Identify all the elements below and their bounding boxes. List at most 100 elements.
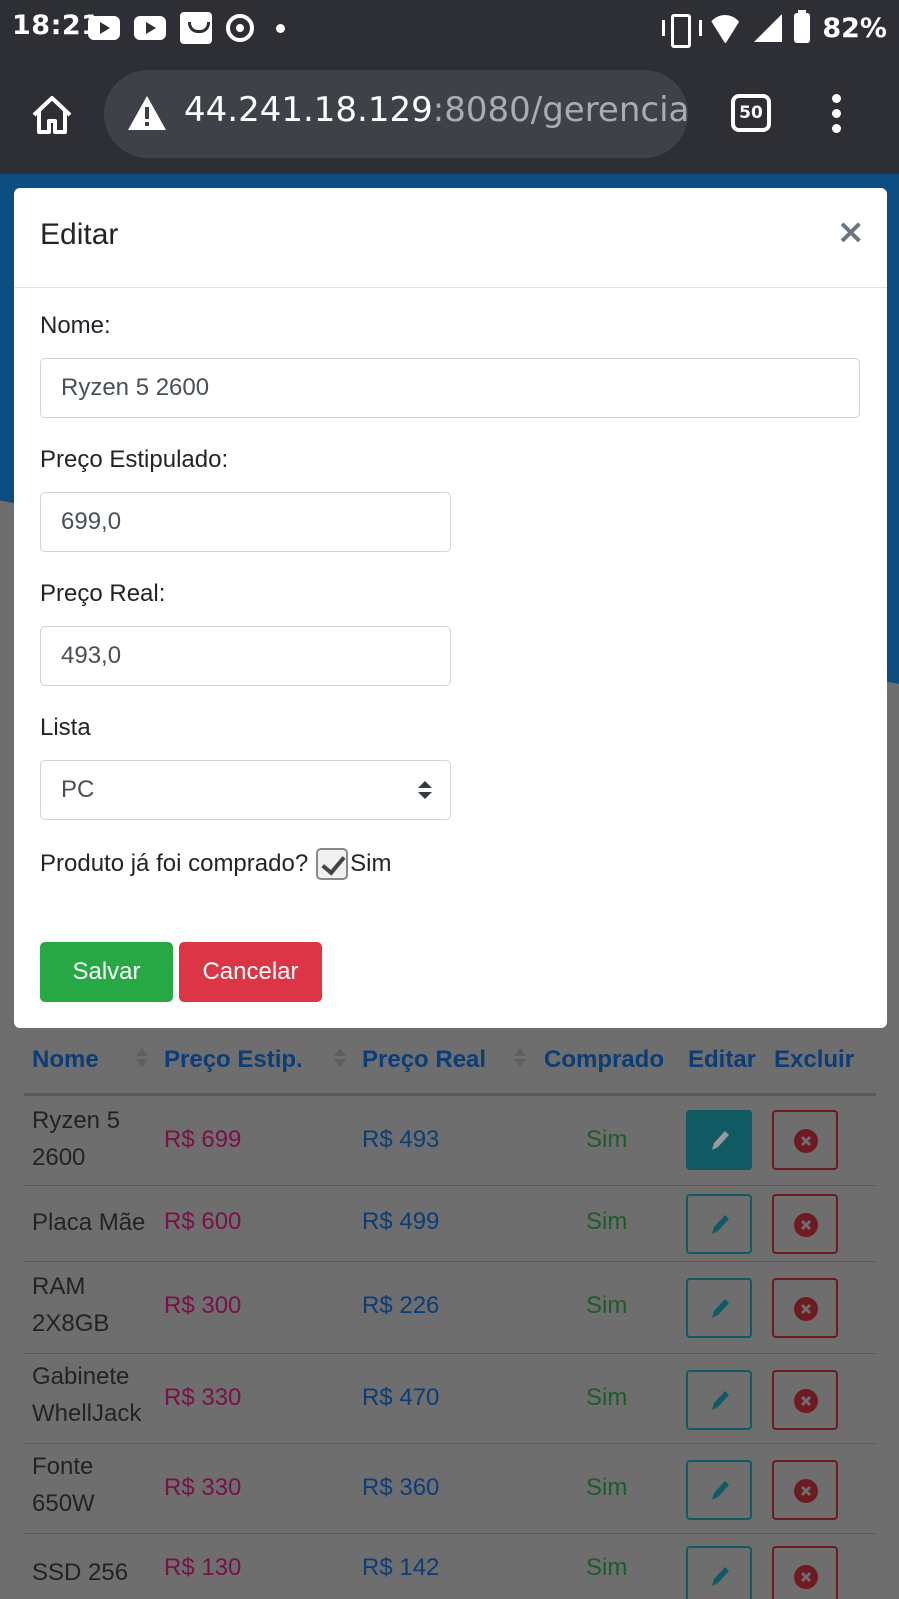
table-row: SSD 256 R$ 130 R$ 142 Sim [24, 1534, 876, 1599]
cell-preco-estip: R$ 300 [164, 1292, 242, 1319]
cell-preco-real: R$ 493 [362, 1126, 440, 1153]
table-row: Fonte 650W R$ 330 R$ 360 Sim [24, 1444, 876, 1534]
edit-modal: Editar × Nome: Ryzen 5 2600 Preço Estipu… [14, 188, 887, 1028]
system-icons: 82% [662, 10, 887, 48]
sort-icon[interactable] [136, 1048, 148, 1070]
youtube-icon [88, 16, 120, 40]
modal-header: Editar × [14, 188, 887, 288]
edit-button[interactable] [686, 1278, 752, 1338]
warning-icon[interactable] [126, 94, 168, 132]
cell-preco-real: R$ 470 [362, 1384, 440, 1411]
signal-icon [754, 14, 783, 42]
th-excluir: Excluir [774, 1046, 855, 1073]
youtube-icon [134, 16, 166, 40]
table-row: Gabinete WhellJack R$ 330 R$ 470 Sim [24, 1354, 876, 1444]
status-bar: 18:21 82% [0, 0, 899, 56]
preco-real-input[interactable]: 493,0 [40, 626, 451, 686]
edit-button[interactable] [686, 1460, 752, 1520]
url-host: 44.241.18.129 [184, 90, 433, 130]
comprado-option-text: Sim [350, 850, 392, 877]
cell-preco-estip: R$ 600 [164, 1208, 242, 1235]
edit-button[interactable] [686, 1370, 752, 1430]
table-row: Placa Mãe R$ 600 R$ 499 Sim [24, 1186, 876, 1262]
dot-icon [276, 23, 285, 33]
address-bar[interactable]: 44.241.18.129:8080/gerenciad [104, 70, 688, 158]
browser-toolbar: 44.241.18.129:8080/gerenciad 50 [0, 56, 899, 174]
home-icon[interactable] [30, 94, 74, 136]
cell-comprado: Sim [586, 1126, 628, 1153]
cell-nome: Gabinete WhellJack [32, 1363, 142, 1427]
comprado-row: Produto já foi comprado? Sim [40, 848, 392, 880]
x-circle-icon [794, 1479, 818, 1503]
cell-preco-real: R$ 499 [362, 1208, 440, 1235]
delete-button[interactable] [772, 1460, 838, 1520]
pencil-icon [712, 1131, 729, 1150]
sort-icon[interactable] [334, 1048, 346, 1070]
delete-button[interactable] [772, 1370, 838, 1430]
notification-icons [88, 12, 285, 44]
pencil-icon [712, 1391, 729, 1410]
cell-comprado: Sim [586, 1554, 628, 1581]
th-comprado[interactable]: Comprado [544, 1046, 664, 1074]
pencil-icon [712, 1215, 729, 1234]
x-circle-icon [794, 1129, 818, 1153]
pencil-icon [712, 1299, 729, 1318]
edit-button[interactable] [686, 1110, 752, 1170]
edit-button[interactable] [686, 1194, 752, 1254]
close-button[interactable]: × [837, 212, 866, 252]
comprado-label: Produto já foi comprado? [40, 850, 309, 877]
bag-icon [180, 12, 212, 44]
save-button[interactable]: Salvar [40, 942, 173, 1002]
cell-nome: Fonte 650W [32, 1453, 95, 1517]
table-row: RAM 2X8GB R$ 300 R$ 226 Sim [24, 1262, 876, 1354]
table-row: Ryzen 5 2600 R$ 699 R$ 493 Sim [24, 1096, 876, 1186]
th-preco-real[interactable]: Preço Real [362, 1046, 486, 1074]
cell-preco-estip: R$ 699 [164, 1126, 242, 1153]
cell-comprado: Sim [586, 1292, 628, 1319]
preco-estip-label: Preço Estipulado: [40, 446, 229, 473]
modal-title: Editar [40, 218, 119, 251]
th-nome[interactable]: Nome [32, 1046, 99, 1074]
preco-estip-input[interactable]: 699,0 [40, 492, 451, 552]
disc-icon [226, 14, 254, 42]
delete-button[interactable] [772, 1546, 838, 1599]
lista-label: Lista [40, 714, 91, 741]
url-path: :8080/gerenciad [432, 90, 688, 130]
vibrate-icon [662, 14, 703, 48]
nome-input[interactable]: Ryzen 5 2600 [40, 358, 860, 418]
th-editar: Editar [688, 1046, 757, 1073]
battery-icon [794, 10, 811, 43]
pencil-icon [712, 1567, 729, 1586]
cancel-button[interactable]: Cancelar [179, 942, 322, 1002]
comprado-checkbox[interactable] [316, 848, 349, 880]
menu-icon[interactable] [832, 94, 842, 134]
cell-comprado: Sim [586, 1474, 628, 1501]
lista-select[interactable]: PC [40, 760, 451, 820]
battery-percent: 82% [822, 12, 887, 44]
cell-preco-real: R$ 226 [362, 1292, 440, 1319]
sort-icon[interactable] [514, 1048, 526, 1070]
url-text[interactable]: 44.241.18.129:8080/gerenciad [184, 90, 688, 130]
pencil-icon [712, 1481, 729, 1500]
x-circle-icon [794, 1213, 818, 1237]
cell-comprado: Sim [586, 1208, 628, 1235]
tab-switcher-button[interactable]: 50 [731, 94, 771, 132]
delete-button[interactable] [772, 1194, 838, 1254]
nome-label: Nome: [40, 312, 111, 339]
edit-button[interactable] [686, 1546, 752, 1599]
cell-comprado: Sim [586, 1384, 628, 1411]
x-circle-icon [794, 1389, 818, 1413]
cell-nome: Ryzen 5 2600 [32, 1107, 121, 1171]
th-preco-estip[interactable]: Preço Estip. [164, 1046, 303, 1074]
delete-button[interactable] [772, 1278, 838, 1338]
cell-preco-real: R$ 360 [362, 1474, 440, 1501]
delete-button[interactable] [772, 1110, 838, 1170]
x-circle-icon [794, 1565, 818, 1589]
cell-preco-estip: R$ 330 [164, 1384, 242, 1411]
preco-real-label: Preço Real: [40, 580, 166, 607]
table-header: Nome Preço Estip. Preço Real Comprado Ed… [24, 1040, 876, 1096]
cell-preco-estip: R$ 330 [164, 1474, 242, 1501]
x-circle-icon [794, 1297, 818, 1321]
wifi-icon [708, 13, 742, 43]
cell-preco-estip: R$ 130 [164, 1554, 242, 1581]
